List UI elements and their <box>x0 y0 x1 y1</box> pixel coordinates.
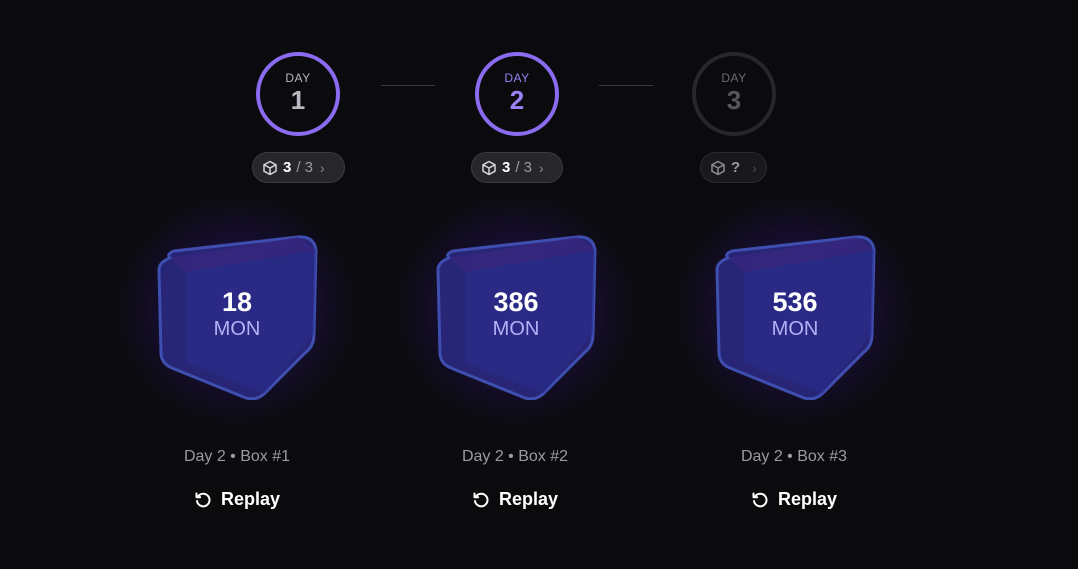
cube-icon <box>481 160 497 176</box>
replay-button[interactable]: Replay <box>415 489 615 510</box>
day-connector <box>599 85 653 86</box>
reward-box-2[interactable]: 386 MON <box>435 234 597 400</box>
cube-icon <box>710 160 726 176</box>
pill-total: / 3 <box>296 159 314 176</box>
reward-box-1[interactable]: 18 MON <box>156 234 318 400</box>
chevron-right-icon: › <box>539 159 544 176</box>
reward-tracker: DAY 1 DAY 2 DAY 3 3 / 3 › 3 / 3 › ? › 18… <box>0 0 1078 569</box>
cube-shape <box>715 235 876 400</box>
cube-shape <box>436 235 597 400</box>
replay-button[interactable]: Replay <box>694 489 894 510</box>
day-step-1: DAY 1 <box>256 52 340 136</box>
box-caption: Day 2 • Box #3 <box>740 448 848 465</box>
day-number: 2 <box>509 84 525 115</box>
day-caption: DAY <box>285 70 311 85</box>
boxes-count-pill-day-3[interactable]: ? › <box>700 152 767 183</box>
day-step-2: DAY 2 <box>475 52 559 136</box>
replay-button[interactable]: Replay <box>137 489 337 510</box>
replay-icon <box>472 491 490 509</box>
reward-amount: 536 <box>772 287 818 317</box>
reward-unit: MON <box>771 318 819 340</box>
replay-label: Replay <box>777 489 838 509</box>
reward-unit: MON <box>213 318 261 340</box>
day-step-3: DAY 3 <box>692 52 776 136</box>
day-number: 1 <box>290 84 306 115</box>
reward-unit: MON <box>492 318 540 340</box>
boxes-count-pill-day-2[interactable]: 3 / 3 › <box>471 152 563 183</box>
day-connector <box>381 85 435 86</box>
replay-icon <box>751 491 769 509</box>
replay-icon <box>194 491 212 509</box>
box-caption: Day 2 • Box #2 <box>461 448 569 465</box>
pill-count: 3 <box>283 159 292 176</box>
reward-amount: 386 <box>493 287 539 317</box>
chevron-right-icon: › <box>752 159 757 176</box>
pill-total: / 3 <box>515 159 533 176</box>
pill-count: ? <box>731 159 741 176</box>
day-number: 3 <box>726 84 742 115</box>
reward-amount: 18 <box>221 287 253 317</box>
boxes-count-pill-day-1[interactable]: 3 / 3 › <box>252 152 345 183</box>
day-caption: DAY <box>504 70 530 85</box>
cube-icon <box>262 160 278 176</box>
cube-shape <box>157 235 318 400</box>
day-caption: DAY <box>721 70 747 85</box>
reward-box-3[interactable]: 536 MON <box>714 234 876 400</box>
replay-label: Replay <box>498 489 559 509</box>
pill-count: 3 <box>502 159 511 176</box>
box-caption: Day 2 • Box #1 <box>183 448 291 465</box>
chevron-right-icon: › <box>320 159 325 176</box>
replay-label: Replay <box>220 489 281 509</box>
